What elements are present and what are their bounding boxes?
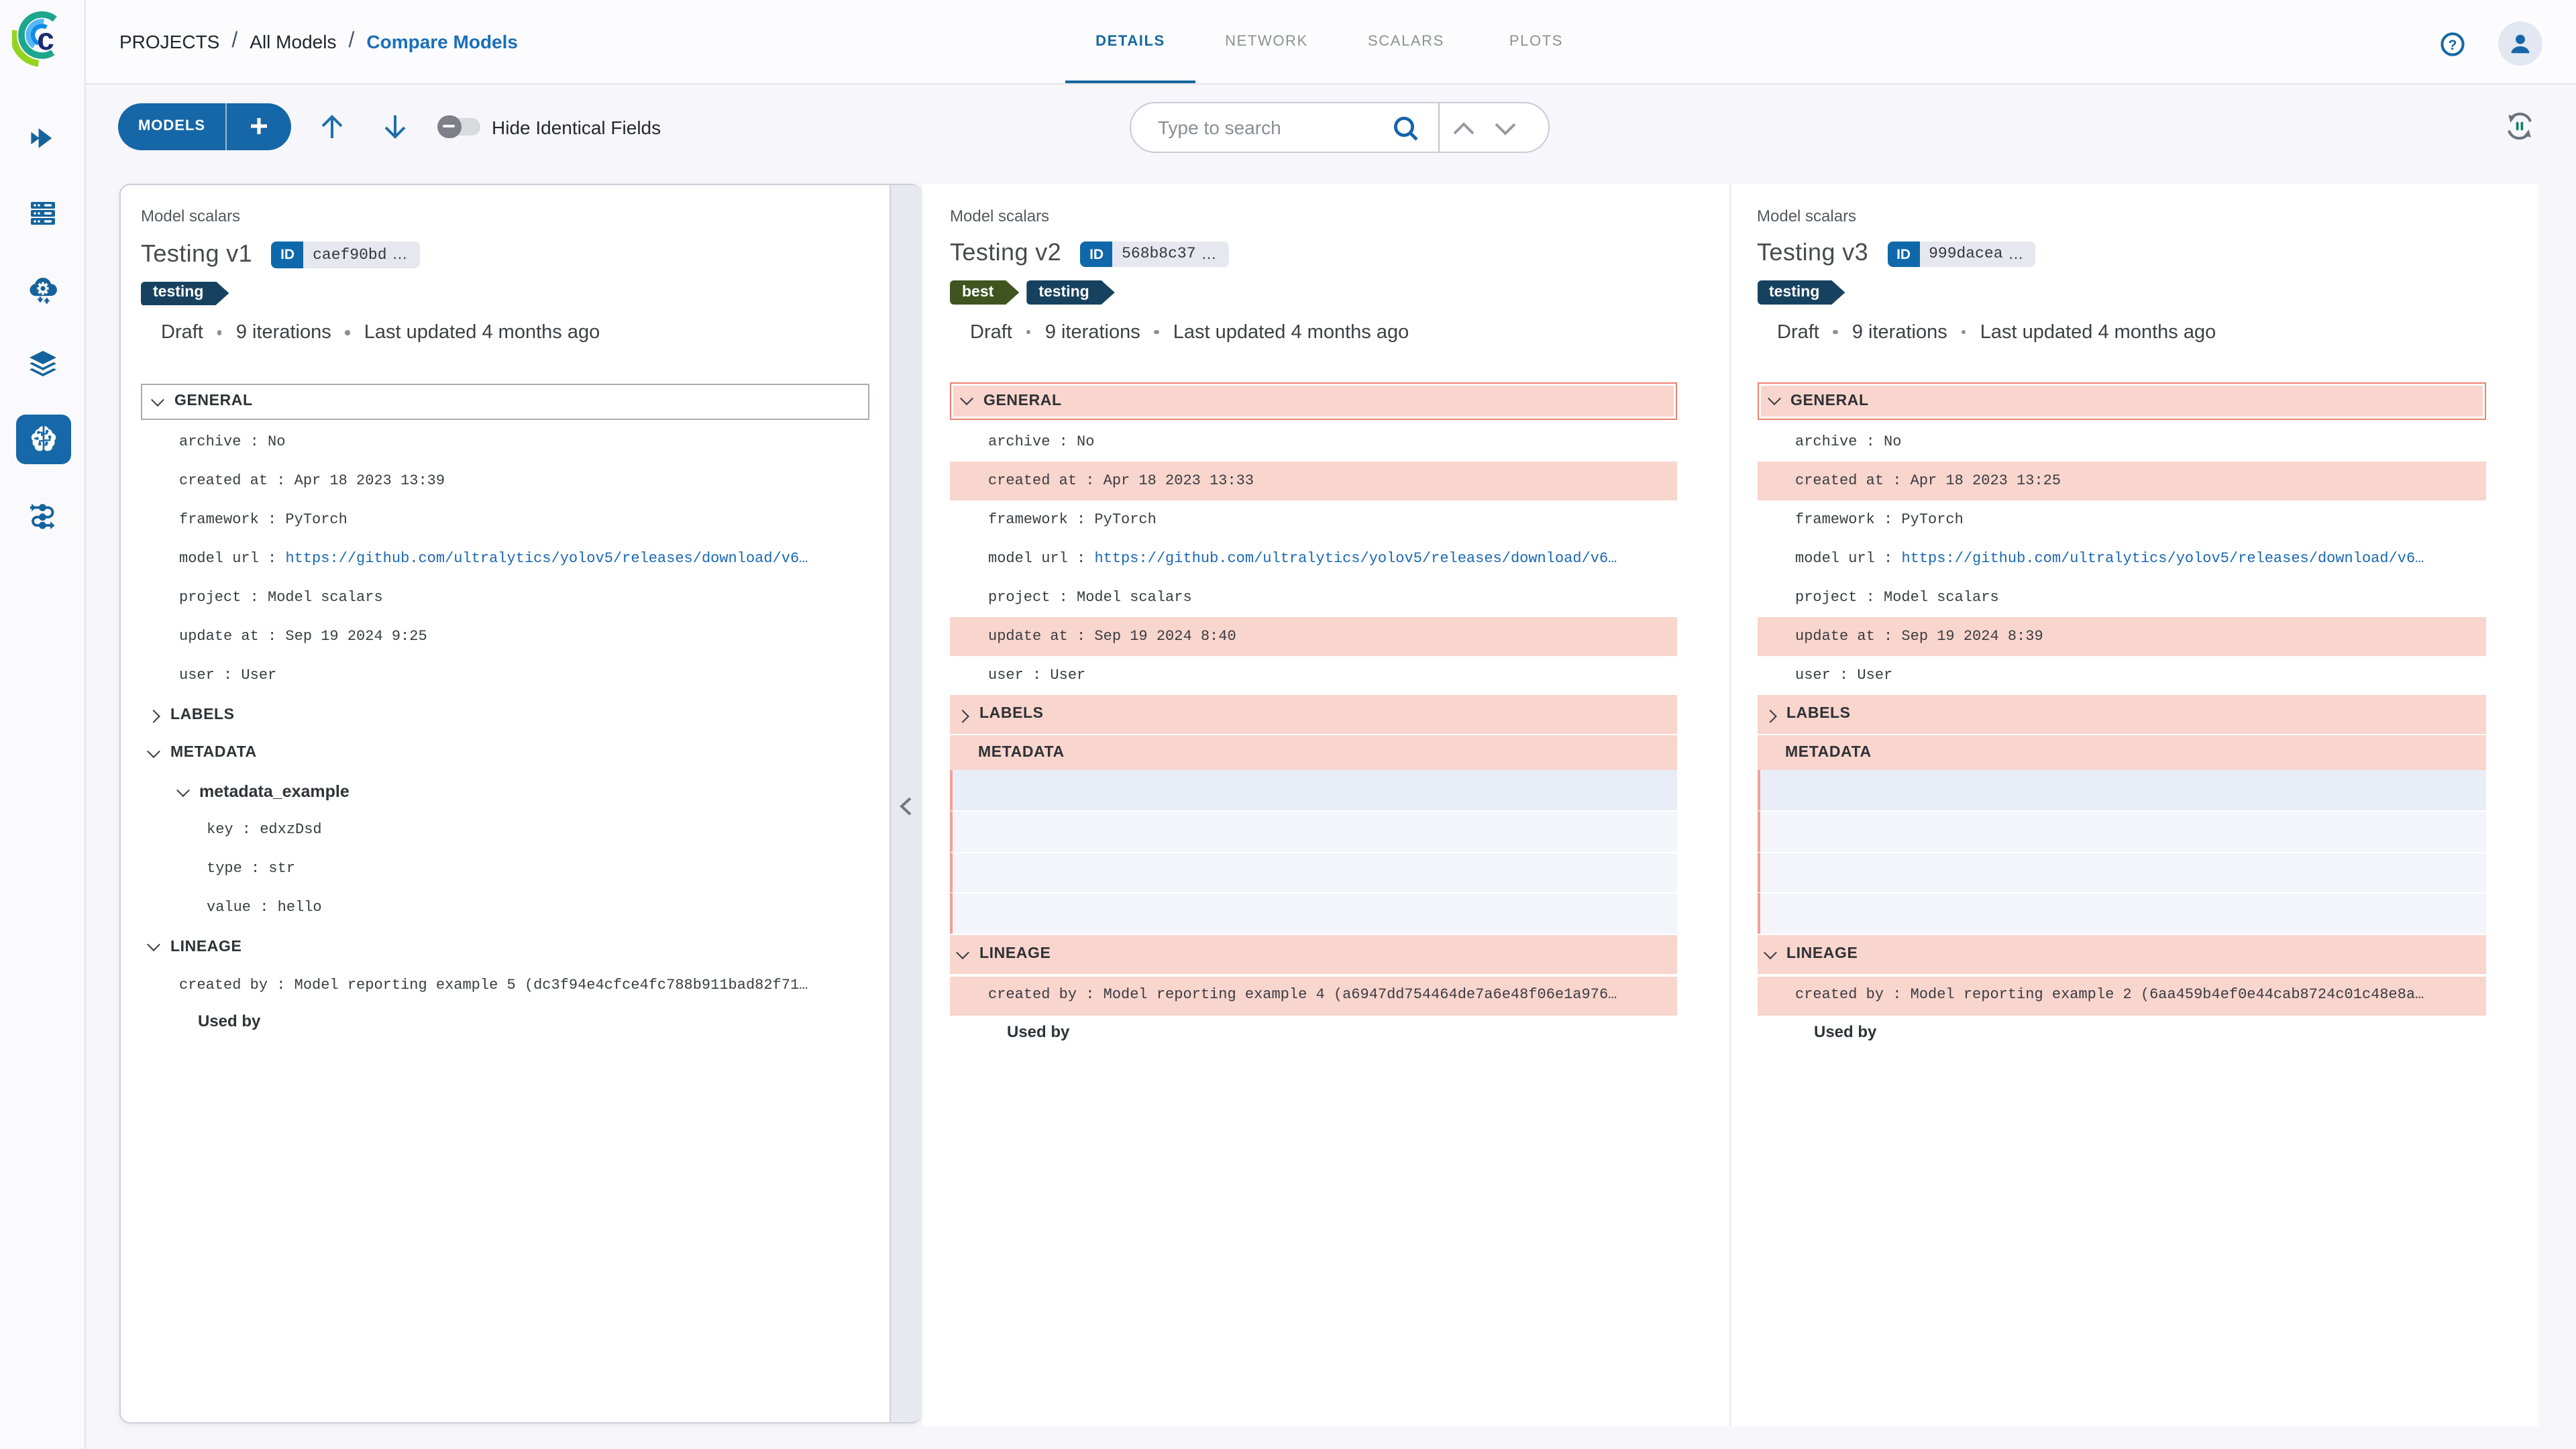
svg-text:c: c bbox=[36, 21, 54, 56]
svg-text:?: ? bbox=[2449, 38, 2457, 53]
